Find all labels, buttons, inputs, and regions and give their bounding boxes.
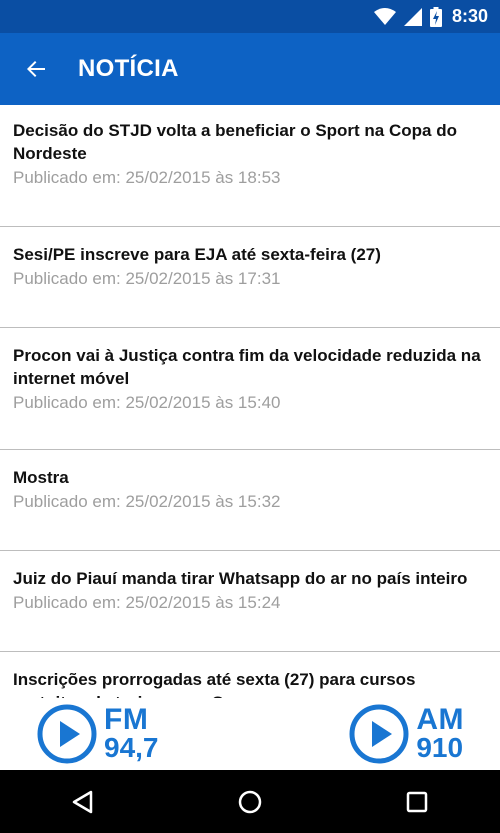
system-nav-bar	[0, 770, 500, 833]
news-date: Publicado em: 25/02/2015 às 17:31	[13, 269, 281, 288]
play-am-button[interactable]: AM 910	[348, 703, 464, 765]
status-bar: 8:30	[0, 0, 500, 33]
news-list[interactable]: Decisão do STJD volta a beneficiar o Spo…	[0, 105, 500, 698]
arrow-left-icon	[27, 61, 45, 77]
news-title: Procon vai à Justiça contra fim da veloc…	[13, 346, 481, 388]
play-fm-button[interactable]: FM 94,7	[36, 703, 159, 765]
news-item[interactable]: Juiz do Piauí manda tirar Whatsapp do ar…	[0, 551, 500, 652]
news-date: Publicado em: 25/02/2015 às 15:32	[13, 492, 281, 511]
news-item[interactable]: Sesi/PE inscreve para EJA até sexta-feir…	[0, 227, 500, 328]
nav-back-button[interactable]	[59, 778, 107, 826]
app-bar: NOTÍCIA	[0, 33, 500, 105]
radio-bar: FM 94,7 AM 910	[0, 698, 500, 770]
am-frequency: 910	[416, 732, 464, 763]
news-item[interactable]: Procon vai à Justiça contra fim da veloc…	[0, 328, 500, 450]
play-circle-icon	[349, 704, 409, 764]
news-title: Inscrições prorrogadas até sexta (27) pa…	[13, 670, 416, 698]
news-title: Juiz do Piauí manda tirar Whatsapp do ar…	[13, 569, 468, 588]
play-circle-icon	[37, 704, 97, 764]
fm-frequency: 94,7	[104, 732, 159, 763]
news-title: Mostra	[13, 468, 69, 487]
battery-charging-icon	[429, 6, 442, 27]
status-time: 8:30	[451, 6, 488, 26]
square-recents-icon	[406, 791, 427, 812]
nav-recents-button[interactable]	[393, 778, 441, 826]
news-title: Sesi/PE inscreve para EJA até sexta-feir…	[13, 245, 381, 264]
signal-icon	[403, 7, 422, 26]
news-date: Publicado em: 25/02/2015 às 15:40	[13, 393, 281, 412]
nav-home-button[interactable]	[226, 778, 274, 826]
am-band: AM	[416, 703, 464, 736]
back-button[interactable]	[20, 53, 52, 85]
wifi-icon	[373, 7, 396, 26]
fm-band: FM	[104, 703, 149, 736]
news-item[interactable]: Inscrições prorrogadas até sexta (27) pa…	[0, 652, 500, 698]
page-title: NOTÍCIA	[78, 55, 179, 82]
circle-home-icon	[238, 790, 262, 813]
news-item[interactable]: Mostra Publicado em: 25/02/2015 às 15:32	[0, 450, 500, 551]
fm-label: FM 94,7	[104, 703, 159, 763]
news-date: Publicado em: 25/02/2015 às 18:53	[13, 168, 281, 187]
am-label: AM 910	[416, 703, 464, 763]
news-title: Decisão do STJD volta a beneficiar o Spo…	[13, 121, 457, 163]
triangle-back-icon	[73, 790, 93, 813]
news-date: Publicado em: 25/02/2015 às 15:24	[13, 593, 281, 612]
news-item[interactable]: Decisão do STJD volta a beneficiar o Spo…	[0, 105, 500, 227]
